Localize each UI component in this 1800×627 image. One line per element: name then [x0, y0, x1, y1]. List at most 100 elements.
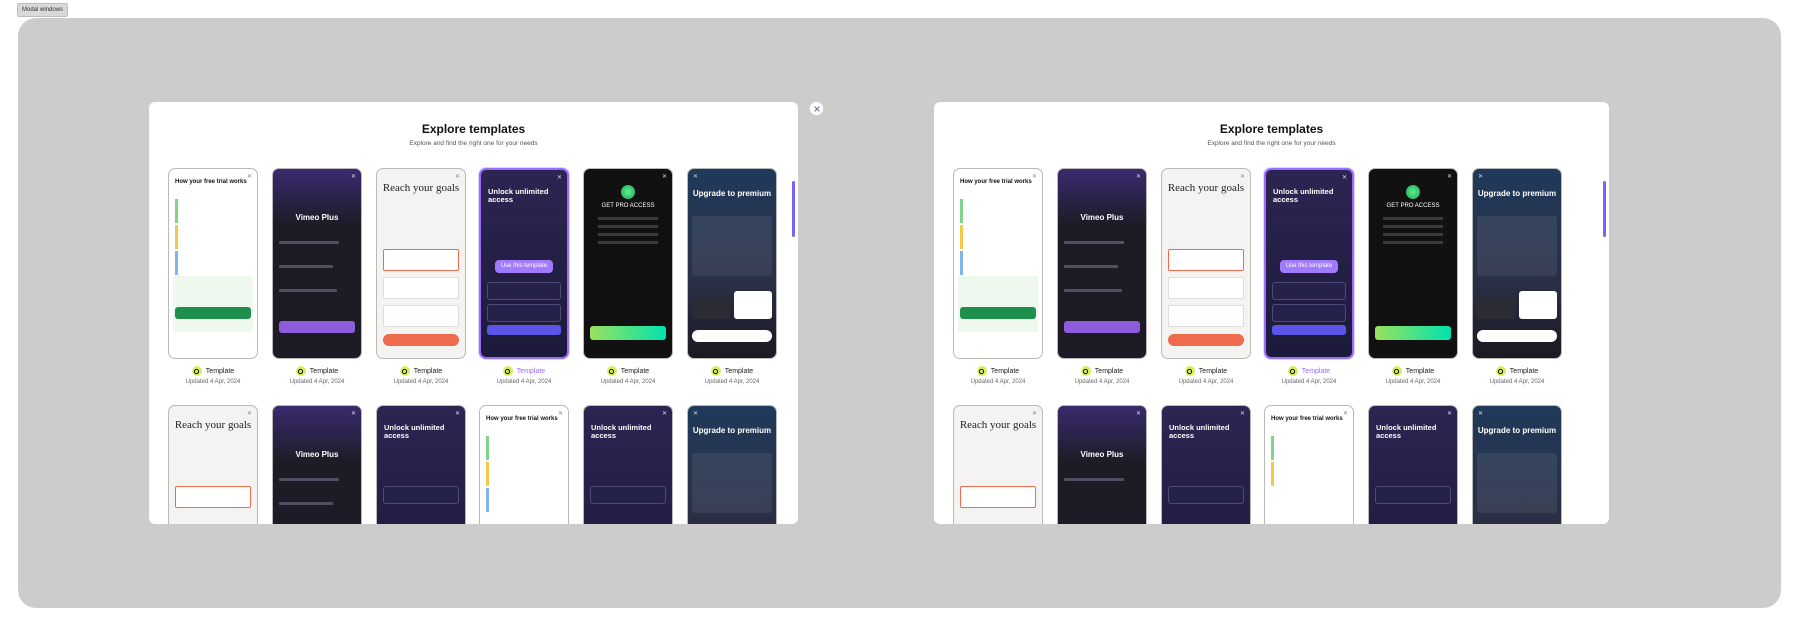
feature-line	[1383, 225, 1443, 228]
updated-date: Updated 4 Apr, 2024	[1489, 379, 1545, 385]
continue-button	[1375, 326, 1451, 340]
card-title: How your free trial works	[175, 179, 247, 185]
template-card-pro[interactable]: ✕ GET PRO ACCESS	[1368, 168, 1458, 359]
template-card-unlock[interactable]: ✕ Unlock unlimited access Use this templ…	[1264, 168, 1354, 359]
close-icon: ✕	[556, 175, 562, 181]
close-icon: ✕	[1478, 411, 1484, 417]
text-line	[1064, 265, 1118, 268]
updated-date: Updated 4 Apr, 2024	[1281, 379, 1337, 385]
close-icon: ✕	[557, 411, 563, 417]
template-label: Template	[724, 367, 754, 375]
card-title: Reach your goals	[959, 419, 1037, 431]
template-card-premium[interactable]: ✕ Upgrade to premium	[687, 168, 777, 359]
close-icon: ✕	[350, 174, 356, 180]
close-icon: ✕	[693, 411, 699, 417]
close-icon: ✕	[693, 174, 699, 180]
close-button[interactable]	[809, 101, 824, 116]
template-meta: Template Updated 4 Apr, 2024	[1151, 366, 1261, 385]
close-icon: ✕	[350, 411, 356, 417]
template-card-unlock[interactable]: ✕ Unlock unlimited access	[1368, 405, 1458, 524]
updated-date: Updated 4 Apr, 2024	[1178, 379, 1234, 385]
continue-button	[590, 326, 666, 340]
feature-line	[598, 233, 658, 236]
template-card-premium[interactable]: ✕ Upgrade to premium	[687, 405, 777, 524]
plan-option	[487, 304, 561, 322]
card-title: Vimeo Plus	[295, 450, 339, 459]
card-title: GET PRO ACCESS	[1386, 203, 1440, 209]
card-title: How your free trial works	[1271, 416, 1343, 422]
template-badge-icon	[295, 366, 306, 376]
plan-option	[1168, 249, 1244, 271]
trial-step	[486, 462, 562, 486]
scrollbar-thumb[interactable]	[1603, 181, 1606, 237]
template-card-pro[interactable]: ✕ GET PRO ACCESS	[583, 168, 673, 359]
subscribe-button	[692, 330, 772, 342]
close-icon	[813, 105, 820, 112]
template-card-unlock[interactable]: ✕ Unlock unlimited access	[1161, 405, 1251, 524]
feature-table	[692, 216, 772, 276]
plan-option	[1375, 486, 1451, 504]
updated-date: Updated 4 Apr, 2024	[704, 379, 760, 385]
start-trial-button	[487, 325, 561, 335]
use-template-button[interactable]: Use this template	[1280, 260, 1338, 273]
template-label: Template	[620, 367, 650, 375]
template-label: Template	[990, 367, 1020, 375]
template-card-premium[interactable]: ✕ Upgrade to premium	[1472, 168, 1562, 359]
pro-logo-icon	[621, 185, 635, 199]
template-card-trial[interactable]: ✕ How your free trial works	[168, 168, 258, 359]
template-card-vimeo[interactable]: ✕ Vimeo Plus	[1057, 405, 1147, 524]
card-title: Unlock unlimited access	[591, 423, 652, 440]
card-title: How your free trial works	[486, 416, 558, 422]
close-icon: ✕	[454, 411, 460, 417]
trial-step	[1271, 436, 1347, 460]
plan-option	[590, 486, 666, 504]
modal-title: Explore templates	[1219, 122, 1324, 136]
scrollbar-thumb[interactable]	[792, 181, 795, 237]
template-badge-icon	[1495, 366, 1506, 376]
template-card-goals[interactable]: ✕ Reach your goals	[1161, 168, 1251, 359]
template-label: Template	[1405, 367, 1435, 375]
text-line	[1064, 478, 1124, 481]
template-card-vimeo[interactable]: ✕ Vimeo Plus	[1057, 168, 1147, 359]
feature-line	[598, 217, 658, 220]
card-title: Unlock unlimited access	[384, 423, 445, 440]
plan-option	[383, 486, 459, 504]
template-badge-icon	[606, 366, 617, 376]
template-card-unlock[interactable]: ✕ Unlock unlimited access	[376, 405, 466, 524]
card-title: Reach your goals	[174, 419, 252, 431]
modal-subtitle: Explore and find the right one for your …	[409, 140, 538, 147]
template-meta: Template Updated 4 Apr, 2024	[677, 366, 787, 385]
feature-table	[1477, 216, 1557, 276]
template-badge-icon	[399, 366, 410, 376]
template-card-unlock[interactable]: ✕ Unlock unlimited access	[583, 405, 673, 524]
use-template-button[interactable]: Use this template	[495, 260, 553, 273]
template-meta: Template Updated 4 Apr, 2024	[943, 366, 1053, 385]
close-icon: ✕	[1031, 174, 1037, 180]
close-icon: ✕	[1239, 411, 1245, 417]
template-card-premium[interactable]: ✕ Upgrade to premium	[1472, 405, 1562, 524]
updated-date: Updated 4 Apr, 2024	[970, 379, 1026, 385]
plan-box	[173, 276, 253, 332]
close-icon: ✕	[1031, 411, 1037, 417]
plan-option	[1168, 277, 1244, 299]
close-icon: ✕	[1135, 174, 1141, 180]
template-card-trial[interactable]: ✕ How your free trial works	[1264, 405, 1354, 524]
template-card-vimeo[interactable]: ✕ Vimeo Plus	[272, 168, 362, 359]
template-card-trial[interactable]: ✕ How your free trial works	[953, 168, 1043, 359]
feature-line	[598, 225, 658, 228]
template-label: Template	[516, 367, 546, 375]
template-label: Template	[1301, 367, 1331, 375]
card-title: Vimeo Plus	[1080, 450, 1124, 459]
template-card-vimeo[interactable]: ✕ Vimeo Plus	[272, 405, 362, 524]
template-card-goals[interactable]: ✕ Reach your goals	[168, 405, 258, 524]
frame-tab-label[interactable]: Modal windows	[17, 3, 69, 17]
template-card-trial[interactable]: ✕ How your free trial works	[479, 405, 569, 524]
close-icon: ✕	[1446, 411, 1452, 417]
trial-step	[960, 251, 1036, 275]
close-icon: ✕	[1446, 174, 1452, 180]
template-card-goals[interactable]: ✕ Reach your goals	[376, 168, 466, 359]
template-meta: Template Updated 4 Apr, 2024	[158, 366, 268, 385]
card-title: Unlock unlimited access	[1169, 423, 1230, 440]
template-card-unlock[interactable]: ✕ Unlock unlimited access Use this templ…	[479, 168, 569, 359]
template-card-goals[interactable]: ✕ Reach your goals	[953, 405, 1043, 524]
